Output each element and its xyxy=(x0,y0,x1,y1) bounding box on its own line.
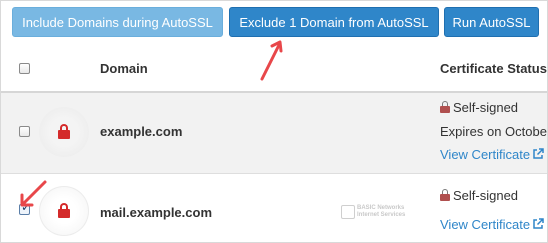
view-certificate-link[interactable]: View Certificate xyxy=(440,147,544,162)
watermark-icon xyxy=(341,205,355,219)
select-all-checkbox[interactable] xyxy=(19,63,30,74)
column-header-certificate-status: Certificate Status xyxy=(440,61,547,76)
table-row: ✓ mail.example.com BASIC Networks Interne… xyxy=(1,174,547,242)
watermark-line2: Internet Services xyxy=(357,212,406,218)
lock-icon xyxy=(58,203,70,219)
lock-icon xyxy=(58,124,70,140)
view-certificate-label: View Certificate xyxy=(440,147,531,162)
certificate-status: Self-signed xyxy=(440,100,518,115)
certificate-status: Self-signed xyxy=(440,188,518,203)
external-link-icon xyxy=(533,148,544,159)
lock-icon xyxy=(440,101,450,113)
view-certificate-link[interactable]: View Certificate xyxy=(440,217,544,232)
annotation-arrow-icon xyxy=(260,40,283,81)
status-text: Self-signed xyxy=(453,188,519,203)
column-header-domain: Domain xyxy=(100,61,148,76)
expiration-text: Expires on October xyxy=(440,124,548,139)
include-domains-button[interactable]: Include Domains during AutoSSL xyxy=(12,7,223,37)
domain-name: example.com xyxy=(100,124,183,139)
view-certificate-label: View Certificate xyxy=(440,217,531,232)
autossl-panel: Include Domains during AutoSSL Exclude 1… xyxy=(0,0,548,243)
watermark-logo: BASIC Networks Internet Services xyxy=(341,205,405,219)
domain-name: mail.example.com xyxy=(100,205,212,220)
lock-icon xyxy=(440,189,450,201)
external-link-icon xyxy=(533,218,544,229)
run-autossl-button[interactable]: Run AutoSSL xyxy=(444,7,539,37)
exclude-domain-button[interactable]: Exclude 1 Domain from AutoSSL xyxy=(229,7,439,37)
watermark-line1: BASIC Networks xyxy=(357,205,405,211)
lock-badge xyxy=(39,107,89,157)
table-row: example.com Self-signed Expires on Octob… xyxy=(1,93,548,174)
annotation-arrow-icon xyxy=(20,180,47,207)
status-text: Self-signed xyxy=(453,100,519,115)
row-checkbox[interactable] xyxy=(19,126,30,137)
